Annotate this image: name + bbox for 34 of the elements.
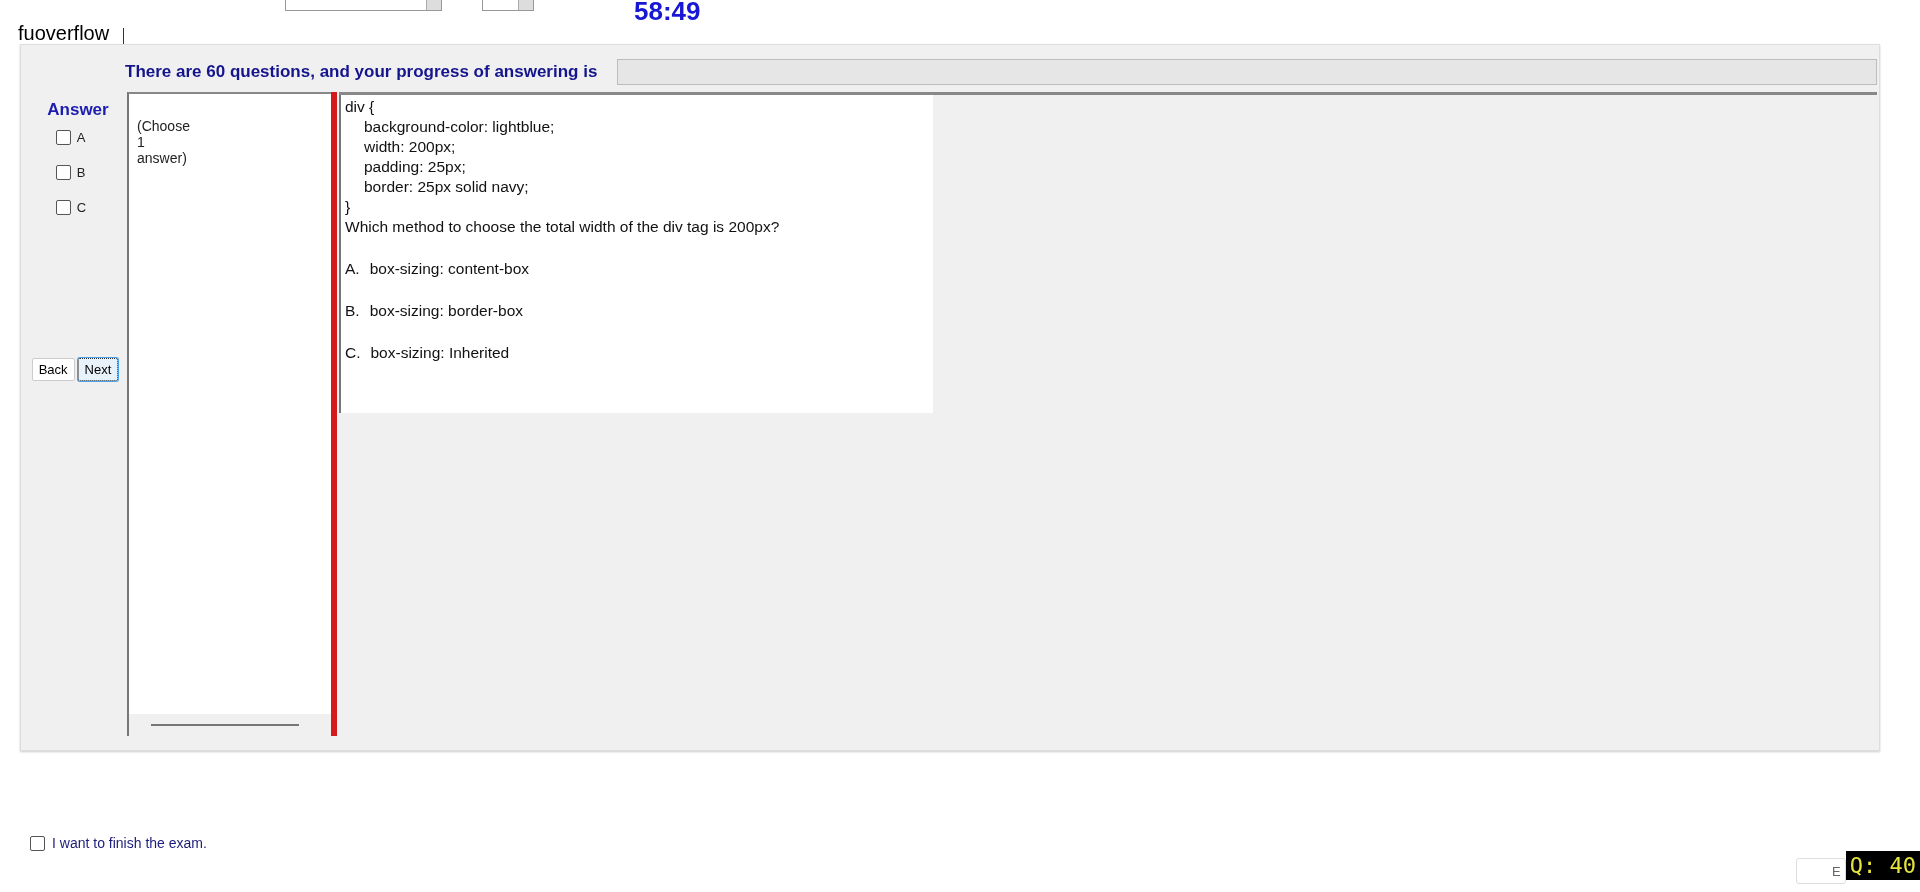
code-line: width: 200px; [363,137,457,157]
option-letter: B. [345,301,360,321]
code-line: border: 25px solid navy; [363,177,530,197]
option-text: box-sizing: content-box [369,259,530,279]
answer-checkbox[interactable] [55,165,71,180]
question-counter: Q: 40 [1845,851,1920,880]
option-letter: A. [345,259,360,279]
choose-hint: (Choose 1 answer) [137,118,190,166]
text-cursor [123,28,125,44]
dropdown[interactable] [482,0,534,11]
option-text: box-sizing: Inherited [370,343,510,363]
finish-checkbox[interactable] [30,835,45,851]
option-letter: C. [345,343,361,363]
code-line: } [345,197,352,217]
answer-title: Answer [47,100,109,120]
finish-label: I want to finish the exam. [52,835,207,851]
horizontal-scrollbar[interactable] [129,714,331,736]
answer-option-label: C [76,200,87,215]
exit-button[interactable]: E [1795,858,1846,884]
countdown-timer: 58:49 [634,0,701,22]
code-line: div { [345,97,376,117]
nav-button[interactable]: Next [77,358,119,381]
code-line: padding: 25px; [363,157,467,177]
answer-checkbox[interactable] [55,200,71,215]
code-line: background-color: lightblue; [363,117,556,137]
progress-label: There are 60 questions, and your progress of answering is [125,62,598,82]
answer-checkbox[interactable] [55,130,71,145]
app-label: fuoverflow [18,21,110,45]
answer-option-label: A [76,130,86,145]
answer-option-label: B [76,165,86,180]
dropdown[interactable] [285,0,442,11]
question-text: Which method to choose the total width of the div tag is 200px? [345,217,781,237]
option-text: box-sizing: border-box [369,301,523,321]
nav-button[interactable]: Back [31,358,75,381]
